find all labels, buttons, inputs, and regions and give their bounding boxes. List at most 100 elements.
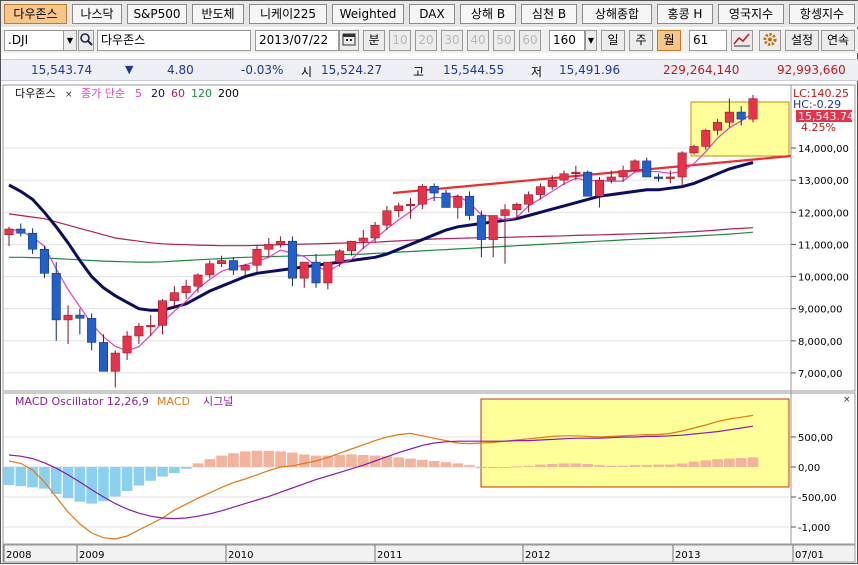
candle-body: [642, 160, 652, 178]
candle-body: [264, 244, 274, 250]
osc-bar: [405, 458, 416, 467]
osc-bar: [464, 465, 475, 467]
candle-body: [193, 274, 203, 287]
candle-body: [748, 98, 758, 120]
osc-bar: [216, 455, 227, 467]
candle-body: [252, 248, 262, 266]
osc-bar: [712, 459, 723, 467]
price-tick-label: 10,000,00: [798, 273, 849, 284]
candle-body: [583, 171, 593, 197]
osc-bar: [499, 467, 511, 468]
candle-body: [16, 228, 26, 234]
candle-body: [51, 273, 61, 321]
date-tick-label: 2010: [228, 550, 253, 561]
candle-body: [181, 285, 191, 293]
osc-bar: [263, 450, 275, 467]
osc-bar: [440, 462, 452, 467]
candle-body: [594, 179, 604, 197]
date-tick-label: 2008: [6, 550, 31, 561]
date-tick-label: 2012: [525, 550, 550, 561]
osc-bar: [582, 464, 593, 467]
candle-body: [28, 232, 38, 250]
osc-bar: [15, 467, 27, 487]
price-tick-label: 14,000,00: [798, 144, 849, 155]
date-tick-label: 2009: [79, 550, 104, 561]
candle-body: [4, 228, 14, 236]
ma-legend-prefix: 종가 단순: [81, 87, 125, 100]
osc-bar: [700, 460, 712, 467]
osc-bar: [688, 461, 700, 467]
osc-bar: [428, 461, 440, 467]
candle-body: [335, 250, 345, 263]
app-window: 다우존스 나스닥 S&P500 반도체 니케이225 Weighted DAX …: [0, 0, 858, 564]
osc-bar: [62, 467, 74, 499]
osc-bar: [476, 467, 487, 469]
osc-bar: [417, 459, 428, 467]
osc-bar: [665, 464, 676, 467]
price-tick-label: 11,000,00: [798, 240, 849, 251]
osc-bar: [629, 465, 641, 467]
candle-body: [535, 186, 545, 195]
candle-body: [571, 171, 581, 174]
osc-tick-label: -1,000: [798, 523, 830, 534]
osc-bar: [334, 455, 345, 467]
candle-body: [169, 292, 179, 301]
price-tick-label: 12,000,00: [798, 208, 849, 219]
candle-body: [654, 176, 664, 179]
candle-body: [110, 352, 120, 372]
ma60-legend: 60: [171, 87, 185, 100]
osc-bar: [535, 464, 546, 467]
candle-body: [394, 205, 404, 211]
ma20-legend: 20: [151, 87, 165, 100]
osc-bar: [735, 458, 747, 467]
osc-bar: [86, 467, 97, 504]
ma5-legend: 5: [135, 87, 142, 100]
candle-body: [346, 240, 356, 252]
osc-bar: [180, 467, 192, 469]
candle-body: [701, 130, 711, 147]
osc-bar: [133, 467, 145, 486]
percent-label: 4.25%: [801, 121, 836, 134]
ma120-legend: 120: [191, 87, 212, 100]
osc-tick-label: 0,00: [798, 463, 820, 474]
osc-close-icon[interactable]: ×: [843, 395, 851, 405]
candle-body: [689, 146, 699, 154]
candle-body: [665, 176, 675, 179]
candle-body: [441, 192, 451, 208]
candle-body: [736, 111, 746, 120]
price-tick-label: 8,000,00: [798, 337, 843, 348]
price-tick-label: 9,000,00: [798, 305, 843, 316]
candle-body: [488, 215, 498, 240]
candle-body: [559, 173, 569, 181]
osc-bar: [617, 465, 629, 467]
osc-bar: [724, 458, 735, 467]
candle-body: [75, 314, 85, 319]
candle-body: [382, 210, 392, 226]
osc-bar: [523, 465, 534, 467]
osc-bar: [558, 463, 570, 467]
date-tick-label: 2011: [377, 550, 402, 561]
candle-body: [453, 195, 463, 208]
osc-bar: [98, 467, 109, 502]
candle-body: [39, 248, 49, 274]
candle-body: [63, 314, 73, 321]
osc-bar: [487, 467, 499, 468]
osc-bar: [346, 454, 357, 467]
osc-tick-label: 500,00: [798, 433, 833, 444]
osc-bar: [275, 451, 286, 467]
osc-bar: [192, 463, 204, 467]
osc-bar: [298, 454, 310, 467]
candle-body: [465, 195, 475, 216]
candle-body: [406, 204, 416, 207]
osc-bar: [511, 466, 523, 468]
ma200-legend: 200: [218, 87, 239, 100]
candle-body: [323, 261, 333, 284]
candle-body: [358, 237, 368, 242]
candle-body: [87, 318, 97, 343]
candle-body: [630, 160, 640, 171]
osc-bar: [546, 464, 558, 467]
osc-tick-label: -500,00: [798, 493, 837, 504]
osc-bar: [452, 463, 464, 467]
price-tick-label: 7,000,00: [798, 369, 843, 380]
osc-bar: [228, 453, 239, 467]
